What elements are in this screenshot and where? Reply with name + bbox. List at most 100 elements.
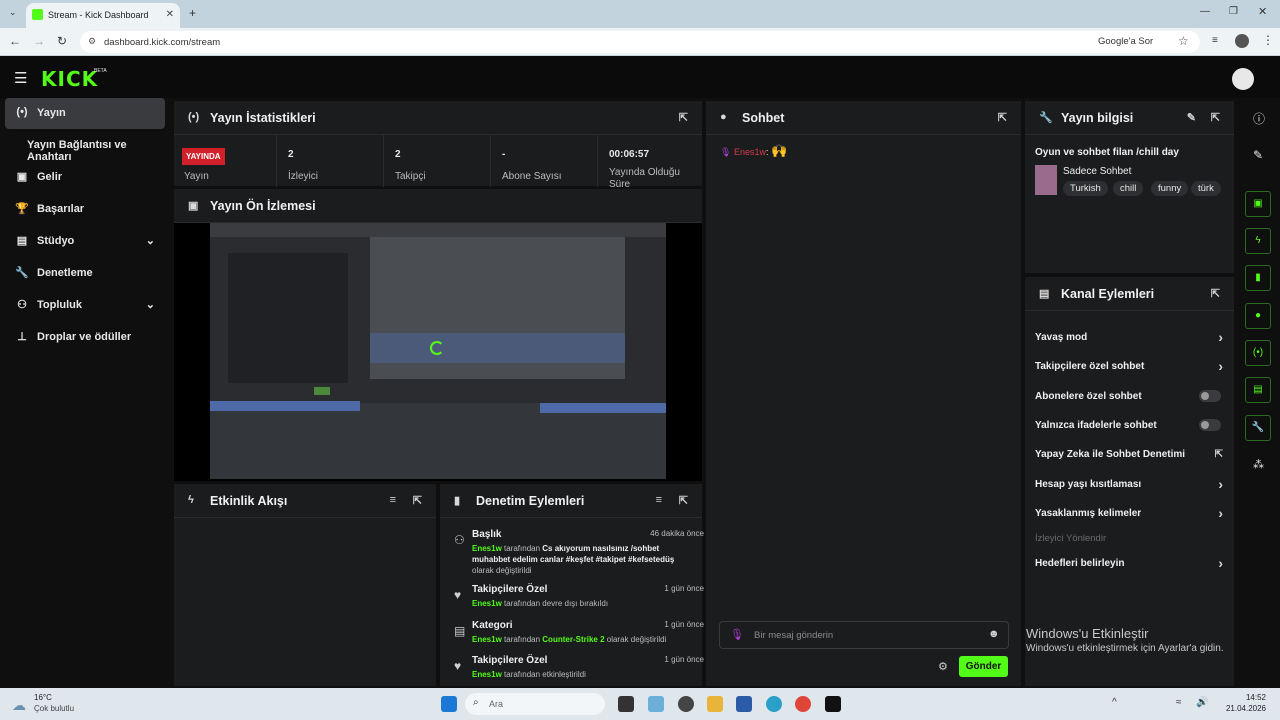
- external-link-icon: ⇱: [1214, 449, 1223, 460]
- windows-taskbar: ☁ 16°C Çok bulutlu ⌕ Ara ^ ≈ 🔊 14:52 21.…: [0, 688, 1280, 720]
- popout-icon[interactable]: ⇱: [679, 111, 688, 124]
- maximize-icon[interactable]: ❐: [1229, 7, 1238, 17]
- reload-icon[interactable]: ↻: [57, 35, 67, 47]
- category-thumbnail: [1035, 165, 1057, 195]
- toggle-switch[interactable]: [1199, 419, 1221, 431]
- mod-action-title: Başlık: [472, 529, 502, 540]
- sidebar-item-gelir[interactable]: ▣ Gelir: [5, 162, 165, 193]
- windows-start-icon[interactable]: [441, 696, 457, 712]
- info-icon[interactable]: ⓘ: [1253, 110, 1265, 127]
- chat-settings-gear-icon[interactable]: ⚙: [938, 660, 948, 673]
- sidebar-item-topluluk[interactable]: ⚇ Topluluk ⌄: [5, 290, 165, 321]
- close-tab-icon[interactable]: ✕: [166, 9, 174, 20]
- volume-icon[interactable]: 🔊: [1196, 697, 1208, 708]
- stat-value: -: [502, 149, 506, 160]
- sidebar-item-label: Denetleme: [37, 267, 93, 279]
- minimize-icon[interactable]: —: [1200, 7, 1210, 17]
- sidebar-item-studyo[interactable]: ▤ Stüdyo ⌄: [5, 226, 165, 257]
- x-app-icon[interactable]: [825, 696, 841, 712]
- panel-title: Kanal Eylemleri: [1061, 287, 1155, 301]
- filter-icon[interactable]: ≡: [656, 494, 662, 506]
- send-button[interactable]: Gönder: [959, 656, 1008, 677]
- back-icon[interactable]: ←: [9, 35, 21, 47]
- taskbar-search[interactable]: ⌕ Ara: [465, 693, 605, 715]
- toggle-switch[interactable]: [1199, 390, 1221, 402]
- app-icon[interactable]: [618, 696, 634, 712]
- sidebar-item-stream-key[interactable]: Yayın Bağlantısı ve Anahtarı: [5, 130, 165, 163]
- sidebar-item-denetleme[interactable]: 🔧 Denetleme: [5, 258, 165, 289]
- chevron-down-icon: ⌄: [145, 235, 155, 247]
- chevron-right-icon: ›: [1218, 358, 1223, 374]
- stat-value: 2: [288, 149, 294, 160]
- edge-icon[interactable]: [766, 696, 782, 712]
- video-player[interactable]: [174, 223, 702, 481]
- stream-preview-toggle-icon[interactable]: ▣: [1245, 191, 1271, 217]
- wifi-icon[interactable]: ≈: [1176, 697, 1182, 708]
- close-window-icon[interactable]: ✕: [1258, 7, 1267, 18]
- stat-label: İzleyici: [288, 171, 319, 182]
- address-bar[interactable]: ⚙ dashboard.kick.com/stream Google'a Sor…: [80, 31, 1200, 53]
- sidebar-item-droplar[interactable]: ⊥ Droplar ve ödüller: [5, 322, 165, 353]
- file-explorer-icon[interactable]: [707, 696, 723, 712]
- stat-uptime: 00:06:57 Yayında Olduğu Süre: [599, 135, 702, 187]
- channel-action-followers-only[interactable]: Takipçilere özel sohbet ›: [1035, 358, 1223, 374]
- site-info-icon[interactable]: ⚙: [88, 36, 96, 47]
- chat-toggle-icon[interactable]: ●: [1245, 303, 1271, 329]
- chat-input[interactable]: 🎙 Bir mesaj gönderin ☻: [719, 621, 1009, 649]
- app-icon[interactable]: [678, 696, 694, 712]
- popout-icon[interactable]: ⇱: [413, 494, 422, 507]
- share-icon[interactable]: ⁂: [1253, 458, 1264, 471]
- channel-action-account-age[interactable]: Hesap yaşı kısıtlaması ›: [1035, 476, 1223, 492]
- popout-icon[interactable]: ⇱: [998, 111, 1007, 124]
- channel-action-ai-moderation[interactable]: Yapay Zeka ile Sohbet Denetimi ⇱: [1035, 449, 1223, 460]
- popout-icon[interactable]: ⇱: [1211, 111, 1220, 124]
- sidebar: (•) Yayın Yayın Bağlantısı ve Anahtarı ▣…: [0, 98, 170, 688]
- forward-icon[interactable]: →: [33, 35, 45, 47]
- filter-icon[interactable]: ≡: [390, 494, 396, 506]
- video-frame: [210, 223, 666, 479]
- tray-chevron-icon[interactable]: ^: [1112, 697, 1117, 708]
- mod-action-title: Takipçilere Özel: [472, 584, 548, 595]
- stream-info-toggle-icon[interactable]: 🔧: [1245, 415, 1271, 441]
- stat-status: YAYINDA Yayın: [174, 135, 277, 187]
- bookmark-star-icon[interactable]: ☆: [1178, 34, 1189, 48]
- panel-title: Yayın bilgisi: [1061, 111, 1134, 125]
- reading-list-icon[interactable]: ≡: [1212, 36, 1218, 46]
- right-tool-rail: ⓘ ✎ ▣ ϟ ▮ ● (•) ▤ 🔧 ⁂: [1240, 98, 1280, 688]
- stream-title: Oyun ve sohbet filan /chill day: [1035, 147, 1179, 158]
- ask-google-button[interactable]: Google'a Sor: [1098, 36, 1153, 47]
- popout-icon[interactable]: ⇱: [679, 494, 688, 507]
- sidebar-item-yayin[interactable]: (•) Yayın: [5, 98, 165, 129]
- channel-actions-toggle-icon[interactable]: ▤: [1245, 377, 1271, 403]
- mod-actions-toggle-icon[interactable]: ▮: [1245, 265, 1271, 291]
- weather-desc: Çok bulutlu: [34, 704, 75, 713]
- channel-action-slow-mode[interactable]: Yavaş mod ›: [1035, 329, 1223, 345]
- browser-menu-icon[interactable]: ⋮: [1262, 34, 1274, 46]
- chat-username[interactable]: Enes1w: [734, 147, 766, 157]
- popout-icon[interactable]: ⇱: [1211, 287, 1220, 300]
- sidebar-item-basarilar[interactable]: 🏆 Başarılar: [5, 194, 165, 225]
- mod-action-item: ♥ Takipçilere Özel 1 gün önce Enes1w tar…: [454, 655, 704, 683]
- browser-tab[interactable]: Stream - Kick Dashboard ✕: [26, 3, 180, 28]
- kick-logo[interactable]: KICK: [41, 67, 98, 91]
- edit-pencil-icon[interactable]: ✎: [1253, 148, 1263, 162]
- edit-pencil-icon[interactable]: ✎: [1187, 111, 1196, 124]
- chrome-icon[interactable]: [795, 696, 811, 712]
- channel-action-banned-words[interactable]: Yasaklanmış kelimeler ›: [1035, 505, 1223, 521]
- channel-action-goals[interactable]: Hedefleri belirleyin ›: [1035, 555, 1223, 571]
- tab-list-icon[interactable]: ⌄: [9, 8, 17, 17]
- profile-avatar[interactable]: [1235, 34, 1249, 48]
- store-icon[interactable]: [736, 696, 752, 712]
- community-icon: ⚇: [17, 299, 27, 311]
- activity-toggle-icon[interactable]: ϟ: [1245, 228, 1271, 254]
- live-badge: YAYINDA: [182, 148, 225, 165]
- hamburger-menu-icon[interactable]: ☰: [14, 69, 27, 87]
- emoji-icon[interactable]: ☻: [988, 628, 1000, 640]
- chevron-right-icon: ›: [1218, 329, 1223, 345]
- user-avatar[interactable]: [1232, 68, 1254, 90]
- new-tab-icon[interactable]: +: [189, 7, 196, 19]
- stats-toggle-icon[interactable]: (•): [1245, 340, 1271, 366]
- lightning-icon: ϟ: [188, 494, 194, 506]
- app-icon[interactable]: [648, 696, 664, 712]
- stat-viewers: 2 İzleyici: [278, 135, 384, 187]
